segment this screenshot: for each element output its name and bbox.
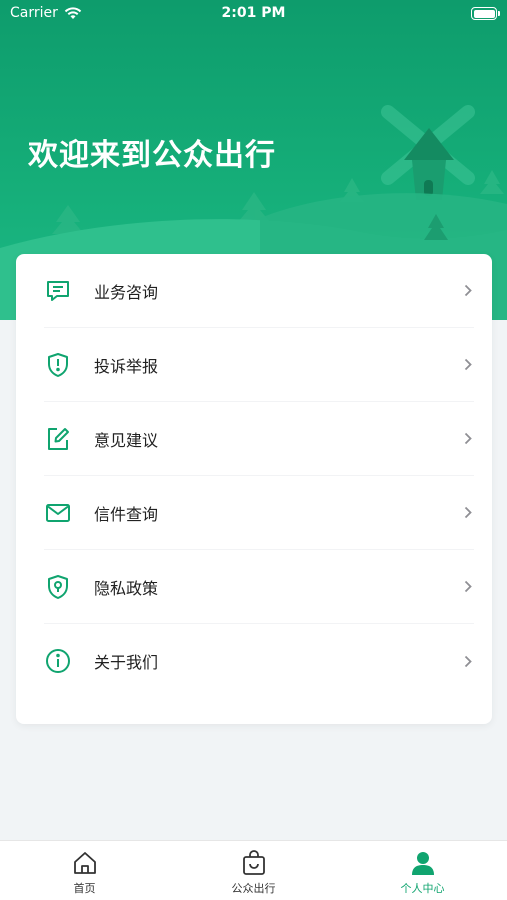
chevron-right-icon [462, 358, 474, 372]
menu-item-label: 关于我们 [94, 653, 159, 672]
edit-icon [44, 425, 72, 453]
bag-icon [242, 850, 265, 875]
menu-item-label: 业务咨询 [94, 282, 159, 302]
shield-alert-icon [44, 351, 72, 379]
chevron-right-icon [462, 654, 474, 668]
menu-item-label: 投诉举报 [94, 356, 159, 376]
menu-item-consult[interactable]: 业务咨询 [44, 254, 474, 328]
home-icon [73, 852, 96, 874]
tab-profile[interactable]: 个人中心 [338, 841, 507, 900]
chevron-right-icon [462, 284, 474, 298]
menu-item-letter-query[interactable]: 信件查询 [44, 476, 474, 550]
battery-icon [471, 7, 500, 20]
menu-item-complaint[interactable]: 投诉举报 [44, 328, 474, 402]
clock: 2:01 PM [221, 5, 286, 21]
chevron-right-icon [462, 580, 474, 594]
menu-item-label: 意见建议 [94, 430, 159, 450]
tab-bar: 首页 公众出行 个人中心 [0, 840, 507, 900]
tab-label: 个人中心 [400, 882, 445, 895]
chat-icon [44, 277, 72, 305]
menu-item-label: 隐私政策 [94, 578, 159, 598]
info-icon [44, 647, 72, 675]
mail-icon [44, 499, 72, 527]
tab-public-travel[interactable]: 公众出行 [169, 841, 338, 900]
chevron-right-icon [462, 432, 474, 446]
service-menu-card: 业务咨询 投诉举报 意见建议 信件查询 隐私政策 关于我们 [16, 254, 492, 724]
menu-item-label: 信件查询 [94, 504, 159, 524]
menu-item-about[interactable]: 关于我们 [44, 624, 474, 698]
welcome-title: 欢迎来到公众出行 [28, 138, 276, 173]
tab-home[interactable]: 首页 [0, 841, 169, 900]
tab-label: 公众出行 [231, 882, 276, 895]
menu-item-suggestion[interactable]: 意见建议 [44, 402, 474, 476]
tab-label: 首页 [73, 882, 96, 895]
chevron-right-icon [462, 506, 474, 520]
menu-item-privacy[interactable]: 隐私政策 [44, 550, 474, 624]
shield-lock-icon [44, 573, 72, 601]
user-icon [411, 852, 434, 875]
status-bar: Carrier 2:01 PM [0, 0, 507, 28]
